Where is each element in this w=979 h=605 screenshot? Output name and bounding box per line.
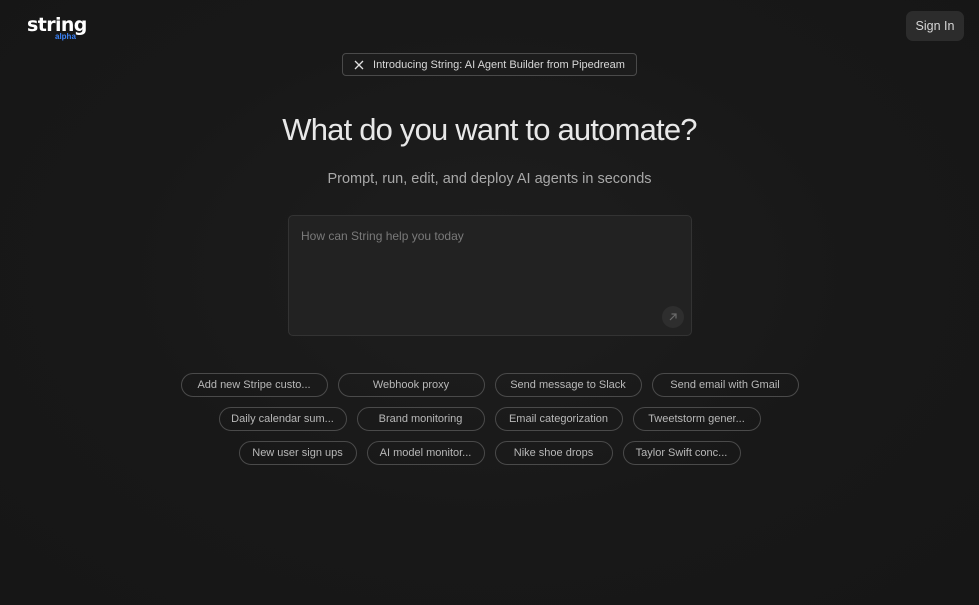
arrow-up-right-icon: [669, 313, 677, 321]
suggestion-row: Daily calendar sum... Brand monitoring E…: [0, 407, 979, 431]
page: string alpha Sign In Introducing String:…: [0, 0, 979, 605]
suggestion-row: Add new Stripe custo... Webhook proxy Se…: [0, 373, 979, 397]
suggestion-row: New user sign ups AI model monitor... Ni…: [0, 441, 979, 465]
suggestion-chip[interactable]: AI model monitor...: [366, 441, 485, 465]
suggestion-chip[interactable]: Add new Stripe custo...: [180, 373, 328, 397]
prompt-box: [288, 215, 692, 336]
suggestion-chip[interactable]: Brand monitoring: [356, 407, 485, 431]
announcement-text: Introducing String: AI Agent Builder fro…: [373, 58, 625, 71]
suggestion-chip[interactable]: Nike shoe drops: [494, 441, 613, 465]
page-title: What do you want to automate?: [282, 112, 697, 147]
announcement-banner[interactable]: Introducing String: AI Agent Builder fro…: [342, 53, 637, 76]
suggestion-chip[interactable]: Send message to Slack: [494, 373, 642, 397]
prompt-input[interactable]: [289, 216, 691, 335]
sign-in-button[interactable]: Sign In: [906, 11, 964, 41]
page-subtitle: Prompt, run, edit, and deploy AI agents …: [327, 171, 652, 187]
suggestion-chip[interactable]: Send email with Gmail: [651, 373, 799, 397]
logo-alpha-tag: alpha: [55, 32, 76, 41]
suggestion-chips: Add new Stripe custo... Webhook proxy Se…: [0, 373, 979, 475]
suggestion-chip[interactable]: Taylor Swift conc...: [622, 441, 741, 465]
suggestion-chip[interactable]: Daily calendar sum...: [218, 407, 347, 431]
suggestion-chip[interactable]: Webhook proxy: [337, 373, 485, 397]
suggestion-chip[interactable]: New user sign ups: [238, 441, 357, 465]
suggestion-chip[interactable]: Tweetstorm gener...: [632, 407, 761, 431]
suggestion-chip[interactable]: Email categorization: [494, 407, 623, 431]
x-logo-icon: [354, 60, 364, 69]
submit-button[interactable]: [662, 306, 684, 328]
logo[interactable]: string alpha: [27, 14, 87, 44]
